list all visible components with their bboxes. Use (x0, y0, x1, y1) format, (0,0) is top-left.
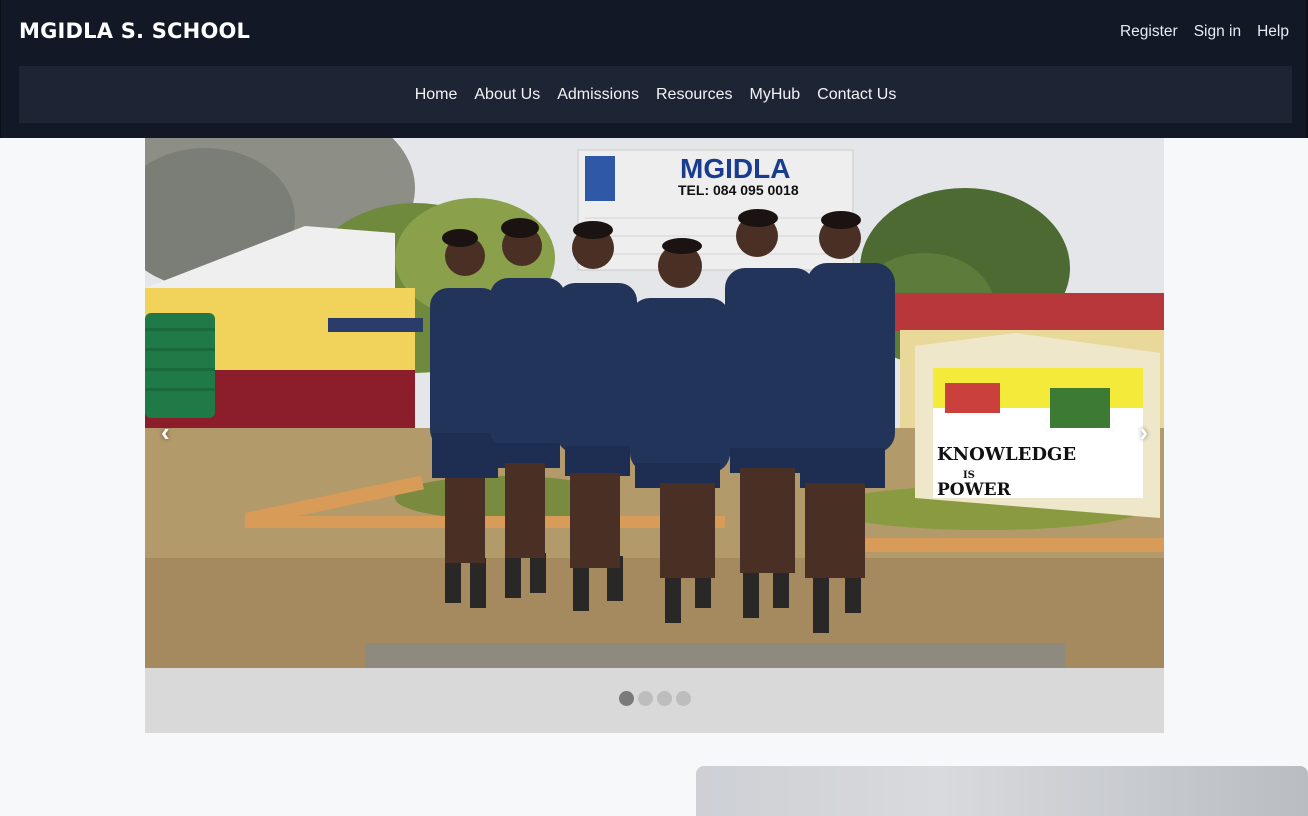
carousel-slide-photo: MGIDLA TEL: 084 095 0018 KNOWLEDGE IS PO… (145, 138, 1164, 668)
sign-line-3: POWER (937, 480, 1012, 500)
board-tel: TEL: 084 095 0018 (678, 182, 799, 198)
carousel-prev-icon[interactable]: ‹ (161, 419, 170, 445)
nav-home[interactable]: Home (415, 86, 458, 104)
next-section-image (696, 766, 1308, 816)
nav-myhub[interactable]: MyHub (749, 86, 800, 104)
account-links: Register Sign in Help (1120, 23, 1289, 41)
nav-resources[interactable]: Resources (656, 86, 732, 104)
nav-admissions[interactable]: Admissions (557, 86, 639, 104)
carousel-dot-1[interactable] (618, 691, 634, 706)
site-header: MGIDLA S. SCHOOL Register Sign in Help H… (0, 0, 1308, 138)
main-nav: Home About Us Admissions Resources MyHub… (19, 66, 1292, 123)
carousel-dot-2[interactable] (637, 691, 653, 706)
carousel-dot-4[interactable] (675, 691, 691, 706)
carousel-indicators (145, 691, 1164, 706)
site-brand[interactable]: MGIDLA S. SCHOOL (19, 19, 250, 43)
carousel-next-icon[interactable]: › (1139, 419, 1148, 445)
nav-contact-us[interactable]: Contact Us (817, 86, 896, 104)
students-photo: MGIDLA TEL: 084 095 0018 KNOWLEDGE IS PO… (145, 138, 1164, 668)
register-link[interactable]: Register (1120, 23, 1178, 41)
sign-line-1: KNOWLEDGE (937, 444, 1076, 465)
sign-in-link[interactable]: Sign in (1194, 23, 1241, 41)
carousel-dot-3[interactable] (656, 691, 672, 706)
hero-carousel: MGIDLA TEL: 084 095 0018 KNOWLEDGE IS PO… (145, 138, 1164, 733)
help-link[interactable]: Help (1257, 23, 1289, 41)
board-school-name: MGIDLA (680, 153, 790, 184)
nav-about-us[interactable]: About Us (474, 86, 540, 104)
